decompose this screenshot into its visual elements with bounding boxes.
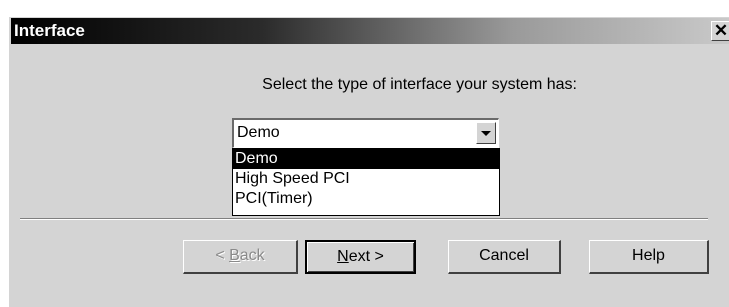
next-suffix: ext >: [348, 248, 384, 265]
dropdown-arrow-button[interactable]: [476, 122, 496, 144]
back-mnemonic: B: [229, 247, 240, 264]
back-suffix: ack: [239, 247, 265, 264]
dropdown-option-high-speed-pci[interactable]: High Speed PCI: [233, 169, 499, 189]
dropdown-option-pci-timer[interactable]: PCI(Timer): [233, 189, 499, 209]
prompt-label: Select the type of interface your system…: [262, 76, 577, 93]
help-button[interactable]: Help: [589, 240, 709, 274]
close-button[interactable]: ✕: [711, 21, 729, 41]
interface-type-select[interactable]: Demo: [232, 118, 499, 148]
dialog-title: Interface: [14, 21, 85, 40]
next-mnemonic: N: [337, 248, 349, 265]
cancel-button[interactable]: Cancel: [448, 240, 561, 274]
title-bar[interactable]: Interface ✕: [11, 18, 729, 44]
divider: [20, 218, 708, 220]
close-icon: ✕: [713, 21, 729, 40]
back-prefix: <: [215, 247, 230, 264]
dropdown-option-demo[interactable]: Demo: [233, 149, 499, 169]
select-value: Demo: [237, 124, 280, 141]
next-button[interactable]: Next >: [305, 240, 416, 274]
back-button[interactable]: < Back: [183, 240, 298, 274]
dropdown-list: Demo High Speed PCI PCI(Timer): [232, 148, 500, 216]
